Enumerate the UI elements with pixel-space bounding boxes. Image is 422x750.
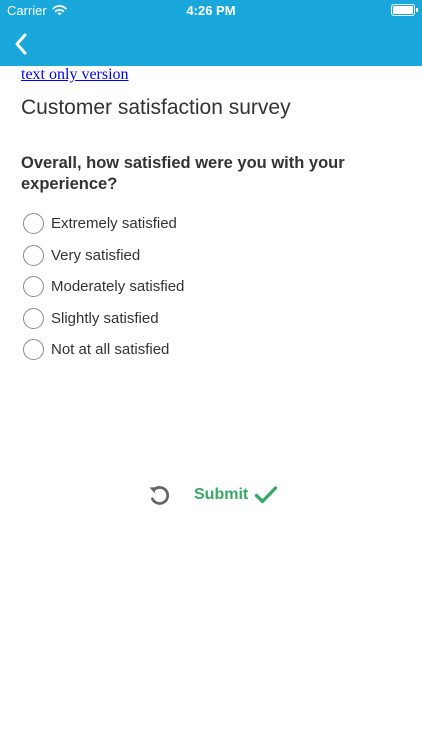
question-text: Overall, how satisfied were you with you…: [21, 154, 345, 193]
top-bar: Carrier 4:26 PM: [0, 0, 422, 66]
status-bar: Carrier 4:26 PM: [0, 0, 422, 22]
battery-icon: [391, 4, 418, 16]
page-title: Customer satisfaction survey: [21, 96, 291, 119]
option-label: Extremely satisfied: [51, 215, 177, 233]
reset-button[interactable]: [146, 482, 172, 508]
option-very-satisfied[interactable]: Very satisfied: [23, 240, 184, 272]
option-label: Very satisfied: [51, 246, 141, 264]
option-slightly-satisfied[interactable]: Slightly satisfied: [23, 303, 184, 335]
option-not-at-all-satisfied[interactable]: Not at all satisfied: [23, 334, 184, 366]
status-time: 4:26 PM: [186, 3, 236, 18]
option-label: Not at all satisfied: [51, 341, 170, 359]
text-only-version-link[interactable]: text only version: [21, 66, 129, 84]
submit-button[interactable]: Submit: [194, 482, 278, 508]
undo-icon: [149, 486, 170, 505]
answer-options: Extremely satisfied Very satisfied Moder…: [23, 208, 184, 366]
checkmark-icon: [255, 486, 278, 504]
option-label: Moderately satisfied: [51, 278, 185, 296]
chevron-left-icon: [15, 33, 27, 55]
option-extremely-satisfied[interactable]: Extremely satisfied: [23, 208, 184, 240]
radio-button[interactable]: [23, 244, 44, 266]
radio-button[interactable]: [23, 213, 44, 235]
option-label: Slightly satisfied: [51, 309, 159, 327]
radio-button[interactable]: [23, 339, 44, 361]
radio-button[interactable]: [23, 276, 44, 298]
option-moderately-satisfied[interactable]: Moderately satisfied: [23, 271, 184, 303]
submit-label: Submit: [194, 486, 249, 503]
form-actions: Submit: [0, 478, 422, 510]
back-button[interactable]: [6, 28, 36, 60]
radio-button[interactable]: [23, 307, 44, 329]
